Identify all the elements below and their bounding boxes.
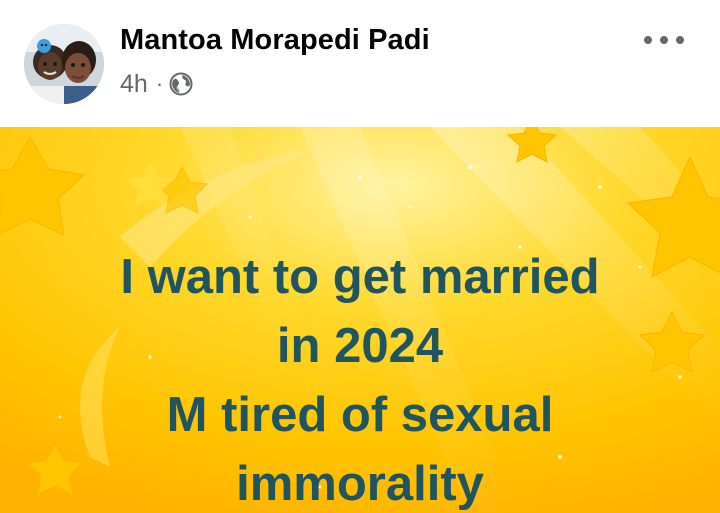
post-image[interactable]: I want to get married in 2024 M tired of… — [0, 127, 720, 513]
post-text-line: immorality — [236, 457, 484, 511]
post-header: Mantoa Morapedi Padi 4h · — [0, 0, 720, 127]
more-options-button[interactable] — [644, 24, 684, 56]
post-text-line: M tired of sexual — [166, 388, 554, 442]
post-meta: 4h · — [120, 68, 193, 100]
avatar[interactable] — [24, 24, 104, 104]
more-options-icon — [644, 36, 652, 44]
meta-separator: · — [155, 71, 164, 96]
post-text: I want to get married in 2024 M tired of… — [0, 243, 720, 513]
post-text-line: in 2024 — [276, 319, 444, 373]
post-timestamp[interactable]: 4h — [120, 70, 148, 99]
globe-icon[interactable] — [169, 72, 193, 96]
post-text-line: I want to get married — [120, 250, 600, 304]
facebook-post: Mantoa Morapedi Padi 4h · I want to get … — [0, 0, 720, 513]
author-name[interactable]: Mantoa Morapedi Padi — [120, 24, 430, 57]
